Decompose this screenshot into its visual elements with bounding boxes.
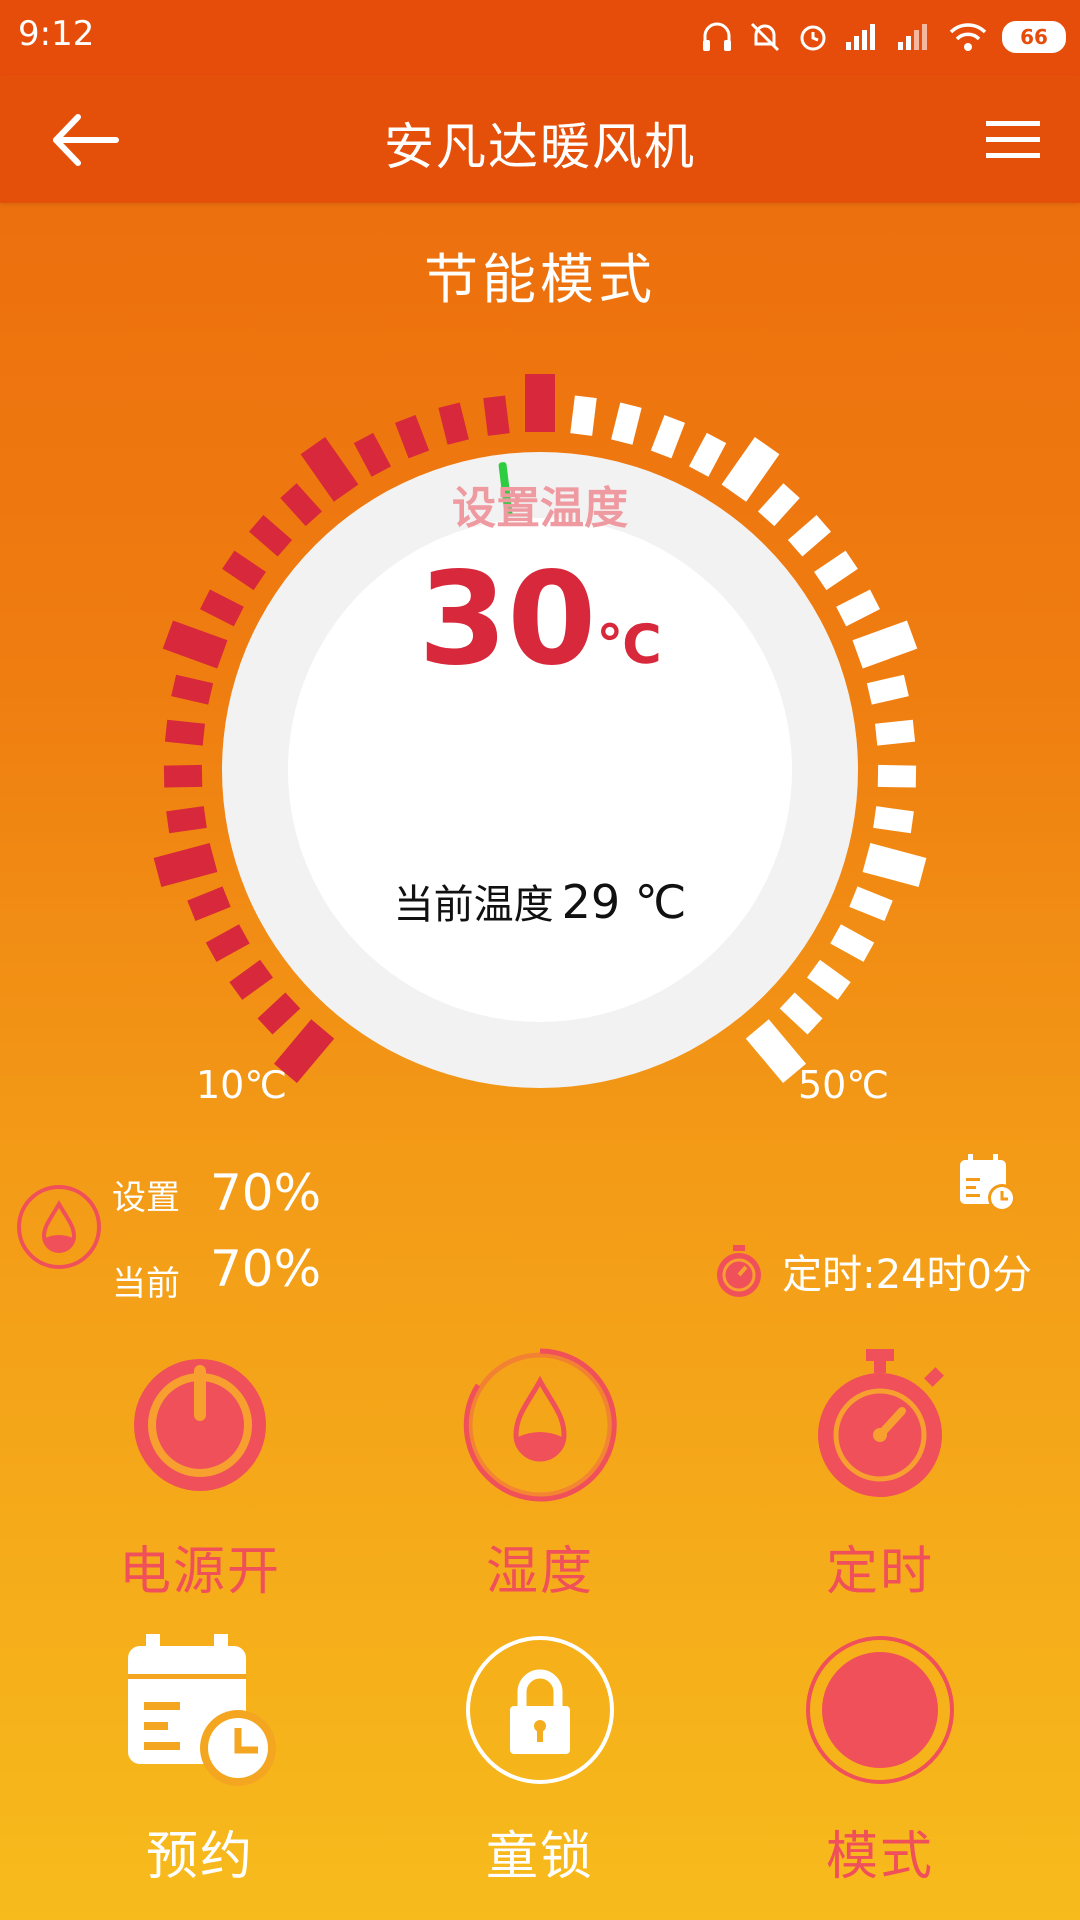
humidity-current-label: 当前 <box>112 1264 180 1304</box>
lock-icon <box>466 1636 614 1784</box>
current-temperature: 当前温度 29 ℃ <box>0 872 1080 930</box>
mode-label: 模式 <box>825 1827 934 1887</box>
status-time: 9:12 <box>18 14 95 54</box>
child-lock-label: 童锁 <box>485 1827 594 1887</box>
status-bar: 9:12 66 <box>0 0 1080 75</box>
current-temperature-value: 29 ℃ <box>561 875 687 929</box>
dial-tick <box>570 395 597 436</box>
max-temperature-label: 50℃ <box>798 1063 890 1107</box>
dial-tick <box>229 959 274 1000</box>
dial-tick <box>438 402 469 445</box>
headphones-icon <box>703 22 731 51</box>
signal-2-icon <box>898 24 927 50</box>
page-title: 安凡达暖风机 <box>384 118 696 176</box>
humidity-button[interactable]: 湿度 <box>440 1345 640 1604</box>
mute-bell-icon <box>750 22 780 52</box>
schedule-button[interactable]: 预约 <box>100 1630 300 1889</box>
dial-tick <box>164 719 206 746</box>
status-icons: 66 <box>700 14 1066 60</box>
dial-tick <box>163 764 203 788</box>
mode-icon <box>806 1636 954 1784</box>
dial-tick <box>779 992 823 1035</box>
timer-stopwatch-icon <box>818 1349 944 1497</box>
alarm-icon <box>800 25 826 51</box>
dial-tick <box>806 959 851 1000</box>
dial-tick <box>874 719 916 746</box>
dial-tick <box>394 415 430 459</box>
dial-tick <box>257 992 301 1035</box>
dial-tick <box>525 374 555 432</box>
wifi-icon <box>949 23 987 51</box>
power-button[interactable]: 电源开 <box>100 1345 300 1604</box>
timer-status: 定时:24时0分 <box>714 1242 1032 1300</box>
schedule-calendar-icon[interactable] <box>956 1152 1020 1216</box>
dial-tick <box>873 806 914 834</box>
humidity-drop-icon <box>17 1185 101 1269</box>
mode-title: 节能模式 <box>424 248 656 311</box>
min-temperature-label: 10℃ <box>196 1063 288 1107</box>
power-icon <box>134 1359 266 1491</box>
menu-icon[interactable] <box>982 115 1044 165</box>
set-temperature-value: 30℃ <box>0 556 1080 684</box>
timer-button[interactable]: 定时 <box>780 1345 980 1604</box>
humidity-set-value: 70% <box>210 1164 322 1222</box>
stopwatch-icon <box>717 1245 762 1297</box>
humidity-set-label: 设置 <box>112 1178 180 1218</box>
timer-status-label: 定时:24时0分 <box>782 1252 1032 1298</box>
dial-tick <box>166 806 207 834</box>
dial-tick <box>483 395 510 436</box>
timer-label: 定时 <box>825 1542 934 1602</box>
dial-tick <box>611 402 642 445</box>
dial-tick <box>353 432 392 477</box>
power-label: 电源开 <box>118 1542 281 1602</box>
mode-button[interactable]: 模式 <box>780 1630 980 1889</box>
app-bar: 安凡达暖风机 <box>0 75 1080 203</box>
humidity-label: 湿度 <box>485 1542 594 1602</box>
dial-tick <box>877 764 917 788</box>
humidity-current-value: 70% <box>210 1240 322 1298</box>
dial-tick <box>650 415 686 459</box>
humidity-icon <box>463 1348 617 1502</box>
set-temperature-unit: ℃ <box>596 613 662 676</box>
dial-tick <box>688 432 727 477</box>
schedule-icon <box>128 1634 276 1786</box>
dial-tick <box>745 1019 807 1083</box>
child-lock-button[interactable]: 童锁 <box>440 1630 640 1889</box>
battery-indicator: 66 <box>1002 21 1066 53</box>
set-temperature-label: 设置温度 <box>452 483 628 534</box>
set-temperature-number: 30 <box>418 545 597 694</box>
current-temperature-label: 当前温度 <box>393 882 554 928</box>
signal-icon <box>846 24 875 50</box>
schedule-label: 预约 <box>145 1827 254 1887</box>
